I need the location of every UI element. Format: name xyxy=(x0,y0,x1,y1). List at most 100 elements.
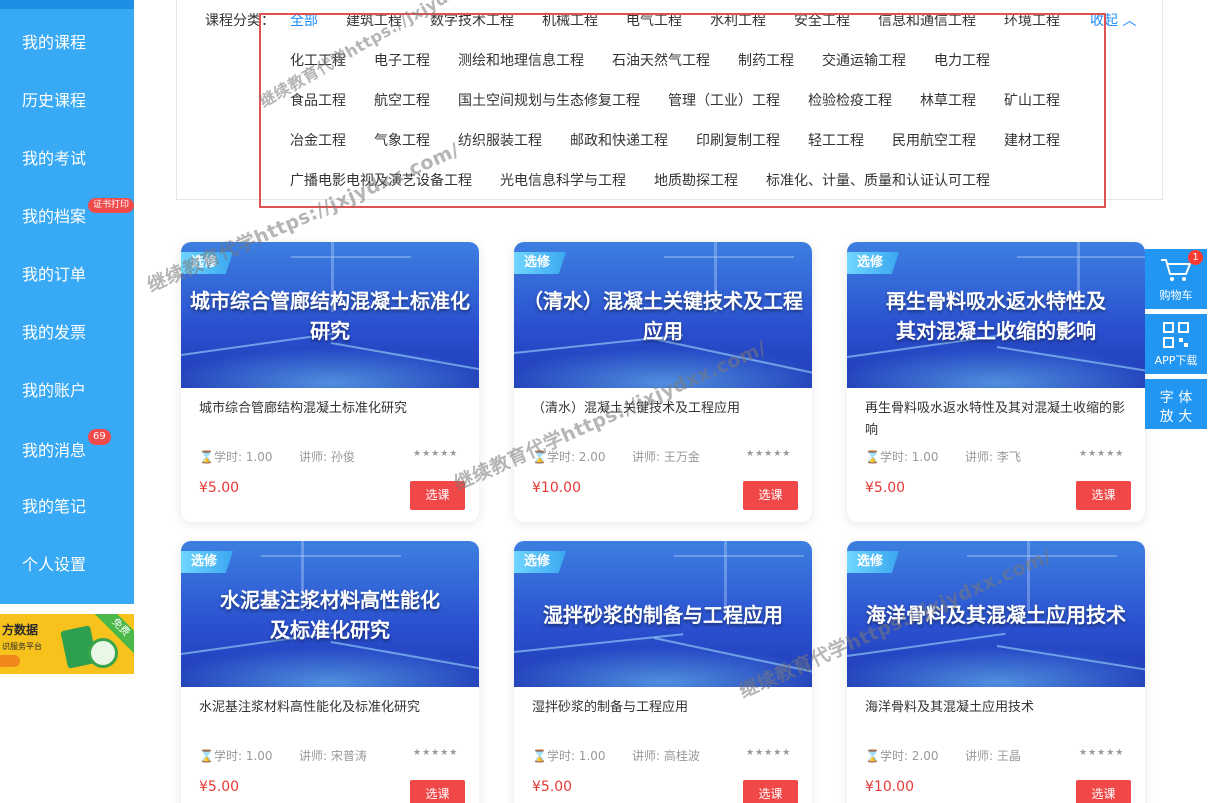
sidebar-item-history-courses[interactable]: 历史课程 xyxy=(0,72,134,130)
course-price: ¥5.00 xyxy=(865,480,906,496)
course-card[interactable]: 选修 再生骨料吸水返水特性及其对混凝土收缩的影响 再生骨料吸水返水特性及其对混凝… xyxy=(847,242,1145,522)
course-hours: ⌛学时: 2.00 xyxy=(865,747,939,764)
sidebar-item-my-exams[interactable]: 我的考试 xyxy=(0,130,134,188)
font-enlarge-button[interactable]: 字 体 放 大 xyxy=(1145,379,1207,429)
certificate-print-badge[interactable]: 证书打印 xyxy=(88,198,134,213)
page: 我的课程 历史课程 我的考试 我的档案 证书打印 我的订单 我的发票 我的账户 … xyxy=(0,0,1211,803)
crane-decoration xyxy=(664,256,794,258)
course-hours: ⌛学时: 2.00 xyxy=(532,448,606,465)
banner-title: （清水）混凝土关键技术及工程应用 xyxy=(523,289,803,343)
course-teacher: 讲师: 高桂波 xyxy=(632,749,700,763)
wanfang-promo-banner[interactable]: 方数据 识服务平台 免费 xyxy=(0,614,134,674)
select-course-button[interactable]: 选课 xyxy=(1076,780,1131,803)
elective-tag: 选修 xyxy=(847,551,900,573)
course-card[interactable]: 选修 （清水）混凝土关键技术及工程应用 （清水）混凝土关键技术及工程应用 ⌛学时… xyxy=(514,242,812,522)
hourglass-icon: ⌛ xyxy=(199,450,214,464)
promo-title: 方数据 xyxy=(2,623,39,637)
course-card[interactable]: 选修 湿拌砂浆的制备与工程应用 湿拌砂浆的制备与工程应用 ⌛学时: 1.00 讲… xyxy=(514,541,812,803)
banner-title: 海洋骨料及其混凝土应用技术 xyxy=(866,603,1126,627)
hourglass-icon: ⌛ xyxy=(532,450,547,464)
crane-decoration xyxy=(291,256,411,258)
sidebar-item-label: 我的笔记 xyxy=(22,497,87,516)
sidebar-item-label: 我的档案 xyxy=(22,207,87,226)
qr-code-icon xyxy=(1163,322,1189,348)
course-card[interactable]: 选修 城市综合管廊结构混凝土标准化研究 城市综合管廊结构混凝土标准化研究 ⌛学时… xyxy=(181,242,479,522)
course-banner: 选修 水泥基注浆材料高性能化及标准化研究 xyxy=(181,541,479,687)
course-teacher: 讲师: 孙俊 xyxy=(299,450,355,464)
banner-glow xyxy=(514,348,812,388)
sidebar-item-my-records[interactable]: 我的档案 证书打印 xyxy=(0,188,134,246)
crane-decoration xyxy=(967,555,1117,557)
course-banner: 选修 城市综合管廊结构混凝土标准化研究 xyxy=(181,242,479,388)
course-teacher: 讲师: 王晶 xyxy=(965,749,1021,763)
select-course-button[interactable]: 选课 xyxy=(1076,481,1131,510)
rating-stars: ★★★★★ xyxy=(746,449,792,459)
rating-stars: ★★★★★ xyxy=(413,449,459,459)
course-price: ¥10.00 xyxy=(865,779,914,795)
sidebar-item-label: 我的订单 xyxy=(22,265,87,284)
course-title[interactable]: 城市综合管廊结构混凝土标准化研究 xyxy=(199,398,463,420)
sidebar-item-my-notes[interactable]: 我的笔记 xyxy=(0,478,134,536)
sidebar-item-my-account[interactable]: 我的账户 xyxy=(0,362,134,420)
course-title[interactable]: 湿拌砂浆的制备与工程应用 xyxy=(532,697,796,719)
rating-stars: ★★★★★ xyxy=(746,748,792,758)
rating-stars: ★★★★★ xyxy=(1079,449,1125,459)
sidebar-item-label: 我的发票 xyxy=(22,323,87,342)
banner-title: 再生骨料吸水返水特性及其对混凝土收缩的影响 xyxy=(886,289,1106,343)
chevron-up-icon: ︿ xyxy=(1122,13,1137,29)
elective-tag: 选修 xyxy=(514,551,567,573)
sidebar-item-my-orders[interactable]: 我的订单 xyxy=(0,246,134,304)
sidebar-item-settings[interactable]: 个人设置 xyxy=(0,536,134,594)
elective-tag: 选修 xyxy=(181,551,234,573)
course-title[interactable]: 水泥基注浆材料高性能化及标准化研究 xyxy=(199,697,463,719)
promo-pill-icon xyxy=(0,655,20,667)
sidebar-item-label: 个人设置 xyxy=(22,555,87,574)
rating-stars: ★★★★★ xyxy=(413,748,459,758)
sidebar-item-my-courses[interactable]: 我的课程 xyxy=(0,14,134,72)
crane-decoration xyxy=(1017,256,1145,258)
banner-title: 湿拌砂浆的制备与工程应用 xyxy=(543,603,783,627)
select-course-button[interactable]: 选课 xyxy=(410,481,465,510)
select-course-button[interactable]: 选课 xyxy=(743,780,798,803)
sidebar-item-label: 历史课程 xyxy=(22,91,87,110)
course-card[interactable]: 选修 海洋骨料及其混凝土应用技术 海洋骨料及其混凝土应用技术 ⌛学时: 2.00… xyxy=(847,541,1145,803)
sidebar-item-label: 我的消息 xyxy=(22,441,87,460)
course-card[interactable]: 选修 水泥基注浆材料高性能化及标准化研究 水泥基注浆材料高性能化及标准化研究 ⌛… xyxy=(181,541,479,803)
course-teacher: 讲师: 李飞 xyxy=(965,450,1021,464)
hourglass-icon: ⌛ xyxy=(865,450,880,464)
badge-icon xyxy=(88,638,118,668)
sidebar-item-label: 我的账户 xyxy=(22,381,87,400)
banner-title: 水泥基注浆材料高性能化及标准化研究 xyxy=(220,588,440,642)
sidebar-item-label: 我的考试 xyxy=(22,149,87,168)
sidebar: 我的课程 历史课程 我的考试 我的档案 证书打印 我的订单 我的发票 我的账户 … xyxy=(0,0,134,604)
crane-decoration xyxy=(674,555,804,557)
course-hours: ⌛学时: 1.00 xyxy=(532,747,606,764)
course-hours-value: 学时: 1.00 xyxy=(213,450,273,464)
course-price: ¥5.00 xyxy=(199,779,240,795)
course-price: ¥5.00 xyxy=(199,480,240,496)
font-label-line2: 放 大 xyxy=(1159,409,1193,425)
banner-glow xyxy=(514,647,812,687)
course-title[interactable]: 海洋骨料及其混凝土应用技术 xyxy=(865,697,1129,719)
message-count-badge: 69 xyxy=(88,429,111,445)
banner-glow xyxy=(181,647,479,687)
banner-title: 城市综合管廊结构混凝土标准化研究 xyxy=(190,289,470,343)
course-price: ¥5.00 xyxy=(532,779,573,795)
course-hours-value: 学时: 1.00 xyxy=(879,450,939,464)
sidebar-item-label: 我的课程 xyxy=(22,33,87,52)
banner-glow xyxy=(847,348,1145,388)
elective-tag: 选修 xyxy=(181,252,234,274)
select-course-button[interactable]: 选课 xyxy=(410,780,465,803)
course-hours-value: 学时: 1.00 xyxy=(546,749,606,763)
select-course-button[interactable]: 选课 xyxy=(743,481,798,510)
hourglass-icon: ⌛ xyxy=(865,749,880,763)
course-hours-value: 学时: 2.00 xyxy=(879,749,939,763)
course-hours-value: 学时: 1.00 xyxy=(213,749,273,763)
sidebar-item-my-messages[interactable]: 我的消息 69 xyxy=(0,422,134,480)
app-download-button[interactable]: APP下载 xyxy=(1145,314,1207,374)
course-title[interactable]: （清水）混凝土关键技术及工程应用 xyxy=(532,398,796,420)
sidebar-item-my-invoices[interactable]: 我的发票 xyxy=(0,304,134,362)
elective-tag: 选修 xyxy=(514,252,567,274)
course-title[interactable]: 再生骨料吸水返水特性及其对混凝土收缩的影响 xyxy=(865,398,1129,442)
course-hours: ⌛学时: 1.00 xyxy=(199,448,273,465)
